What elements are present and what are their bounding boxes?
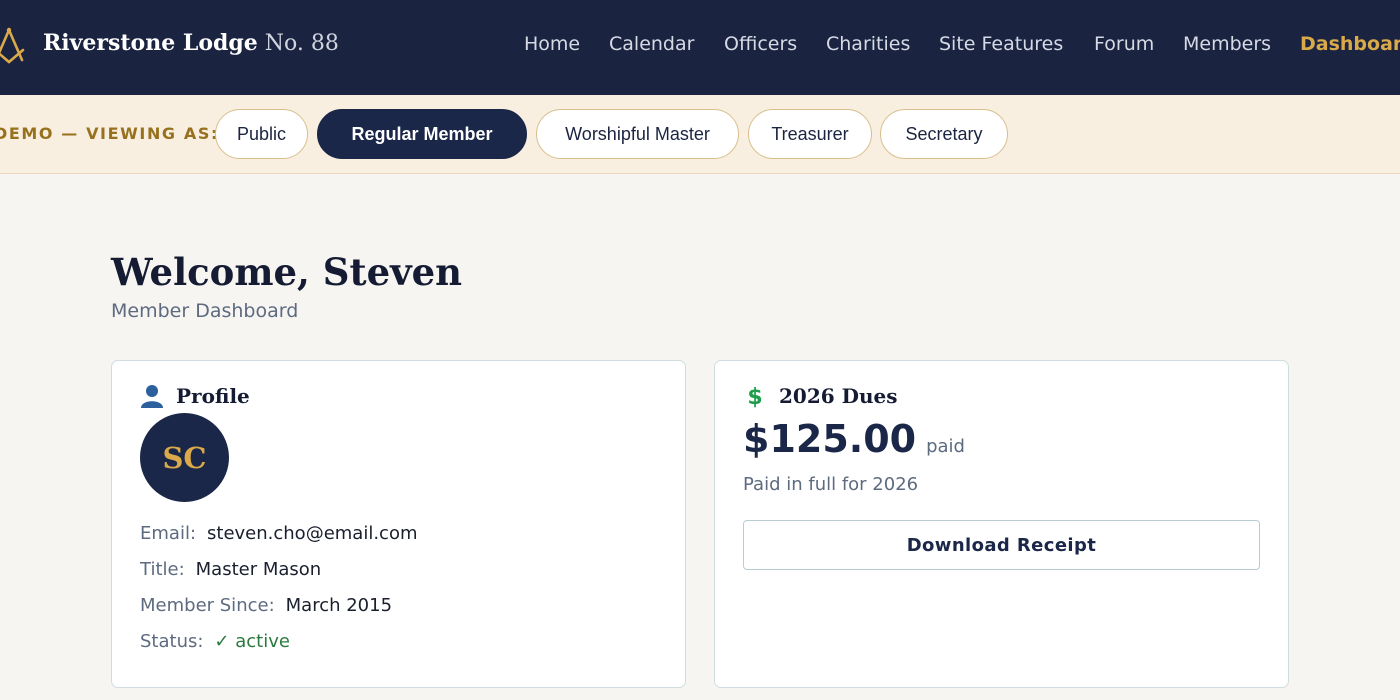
dues-amount-row: $125.00 paid [743, 417, 965, 461]
status-badge: ✓ active [214, 631, 290, 652]
top-navigation: Riverstone Lodge No. 88 Home Calendar Of… [0, 0, 1400, 95]
role-treasurer-button[interactable]: Treasurer [748, 109, 872, 159]
nav-dashboard[interactable]: Dashboard [1300, 33, 1400, 55]
profile-card-title: Profile [176, 384, 250, 408]
title-row: Title: Master Mason [140, 559, 321, 580]
member-since-label: Member Since: [140, 595, 275, 616]
member-since-row: Member Since: March 2015 [140, 595, 392, 616]
dues-amount: $125.00 [743, 417, 917, 461]
demo-viewing-as-label: DEMO — VIEWING AS: [0, 124, 219, 143]
dues-card-header: $ 2026 Dues [743, 383, 898, 409]
email-row: Email: steven.cho@email.com [140, 523, 418, 544]
nav-calendar[interactable]: Calendar [609, 33, 694, 55]
dues-paid-status: paid [926, 436, 965, 457]
email-label: Email: [140, 523, 197, 544]
nav-charities[interactable]: Charities [826, 33, 910, 55]
dollar-icon: $ [747, 385, 762, 409]
role-public-button[interactable]: Public [215, 109, 308, 159]
title-label: Title: [140, 559, 185, 580]
nav-home[interactable]: Home [524, 33, 580, 55]
status-row: Status: ✓ active [140, 631, 290, 652]
title-value: Master Mason [195, 559, 322, 580]
page-subtitle: Member Dashboard [111, 300, 299, 322]
square-compass-icon[interactable] [0, 26, 26, 66]
nav-site-features[interactable]: Site Features [939, 33, 1063, 55]
dues-card-title: 2026 Dues [779, 384, 898, 408]
nav-forum[interactable]: Forum [1094, 33, 1154, 55]
page-title: Welcome, Steven [111, 250, 463, 294]
role-worshipful-master-button[interactable]: Worshipful Master [536, 109, 739, 159]
profile-card: Profile SC Email: steven.cho@email.com Ti… [111, 360, 686, 688]
download-receipt-button[interactable]: Download Receipt [743, 520, 1260, 570]
avatar: SC [140, 413, 229, 502]
nav-members[interactable]: Members [1183, 33, 1271, 55]
role-secretary-button[interactable]: Secretary [880, 109, 1008, 159]
email-value: steven.cho@email.com [207, 523, 418, 544]
nav-officers[interactable]: Officers [724, 33, 797, 55]
svg-text:$: $ [747, 385, 762, 409]
site-brand[interactable]: Riverstone Lodge No. 88 [43, 30, 339, 56]
lodge-number: No. 88 [264, 31, 339, 56]
dues-card: $ 2026 Dues $125.00 paid Paid in full for… [714, 360, 1289, 688]
dues-note: Paid in full for 2026 [743, 474, 919, 495]
member-since-value: March 2015 [285, 595, 393, 616]
profile-card-header: Profile [140, 383, 250, 409]
status-label: Status: [140, 631, 204, 652]
role-regular-member-button[interactable]: Regular Member [317, 109, 527, 159]
lodge-name: Riverstone Lodge [43, 30, 258, 56]
person-icon [141, 385, 163, 408]
demo-role-bar: DEMO — VIEWING AS: Public Regular Member… [0, 95, 1400, 174]
